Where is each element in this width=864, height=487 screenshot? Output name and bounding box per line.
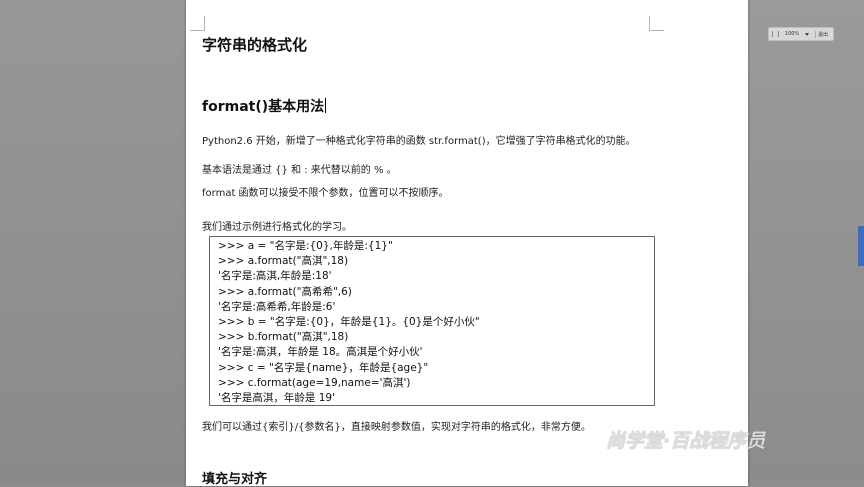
paragraph-syntax: 基本语法是通过 {} 和 : 来代替以前的 % 。 [202,165,397,176]
left-gutter [0,0,186,486]
watermark-logo: 尚学堂·百战程序员 [606,430,766,452]
page-corner-mark [649,16,664,31]
code-line: >>> a.format("高淇",18) [218,255,349,268]
zoom-value: 100% [784,31,800,37]
exit-button[interactable]: 退出 [814,30,830,38]
document-page: 字符串的格式化 format()基本用法 Python2.6 开始，新增了一种格… [186,0,748,487]
code-example-box: >>> a = "名字是:{0},年龄是:{1}" >>> a.format("… [209,236,655,406]
code-line: >>> a.format("高希希",6) [218,285,352,298]
side-panel-tab[interactable] [858,226,864,266]
code-line: >>> c.format(age=19,name='高淇') [218,376,411,389]
paragraph-intro: Python2.6 开始，新增了一种格式化字符串的函数 str.format()… [202,136,636,147]
code-line: >>> b.format("高淇",18) [218,331,349,344]
code-line: '名字是:高希希,年龄是:6' [218,300,336,313]
section-heading-text: format()基本用法 [202,99,325,115]
page-corner-mark [190,16,205,31]
grip-icon [772,31,779,37]
code-line: '名字是:高淇,年龄是:18' [218,270,332,283]
paragraph-example-intro: 我们通过示例进行格式化的学习。 [202,222,352,233]
section-heading-format[interactable]: format()基本用法 [202,96,327,116]
page-title: 字符串的格式化 [202,36,308,54]
text-cursor [325,98,327,113]
paragraph-args: format 函数可以接受不限个参数，位置可以不按顺序。 [202,188,449,199]
right-gutter [748,0,864,486]
section-heading-fill-align: 填充与对齐 [202,472,268,487]
code-line: >>> a = "名字是:{0},年龄是:{1}" [218,240,393,252]
zoom-control[interactable]: 100% 退出 [768,27,834,41]
code-line: >>> b = "名字是:{0}，年龄是{1}。{0}是个好小伙" [218,316,480,329]
code-line: >>> c = "名字是{name}，年龄是{age}" [218,361,429,374]
code-line: '名字是高淇，年龄是 19' [218,392,335,405]
chevron-down-icon[interactable] [805,32,810,36]
code-line: '名字是:高淇，年龄是 18。高淇是个好小伙' [218,346,423,359]
paragraph-summary: 我们可以通过{索引}/{参数名}，直接映射参数值，实现对字符串的格式化，非常方便… [202,422,591,433]
